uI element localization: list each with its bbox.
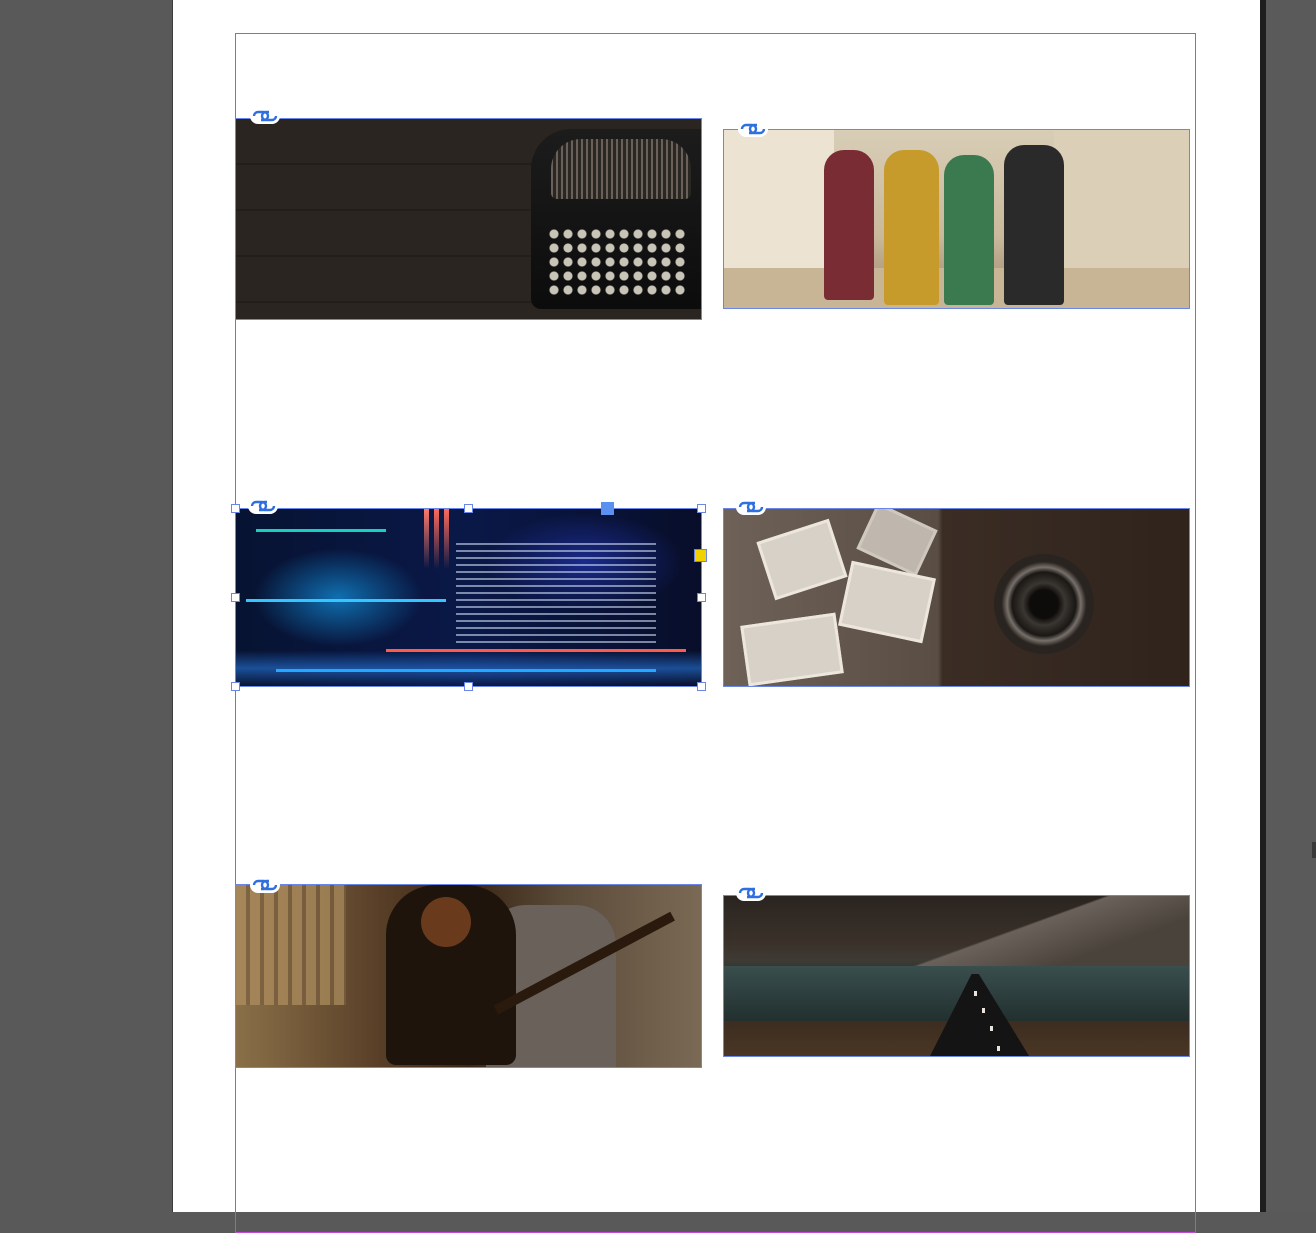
shelf-background <box>236 885 346 1005</box>
glow-bar <box>246 599 446 602</box>
link-icon[interactable] <box>736 499 766 515</box>
selection-handle-tl[interactable] <box>231 504 240 513</box>
link-icon[interactable] <box>738 121 768 137</box>
image-frame-camera[interactable] <box>723 508 1190 687</box>
building-left <box>724 130 834 270</box>
mountain-shape <box>844 896 1189 976</box>
link-icon[interactable] <box>250 877 280 893</box>
building-right <box>1054 130 1189 270</box>
selection-handle-tc[interactable] <box>464 504 473 513</box>
photo-print <box>740 612 844 686</box>
road-marking <box>974 991 977 996</box>
light-streak <box>444 509 449 569</box>
image-frame-code[interactable] <box>235 508 702 687</box>
person-4 <box>1004 145 1064 305</box>
selection-handle-br[interactable] <box>697 682 706 691</box>
photo-print <box>756 518 848 601</box>
link-icon[interactable] <box>248 498 278 514</box>
image-frame-guitar[interactable] <box>235 884 702 1068</box>
content-grabber[interactable] <box>601 502 614 515</box>
code-screen-photo <box>236 509 701 686</box>
person-2 <box>884 150 939 305</box>
selection-handle-bc[interactable] <box>464 682 473 691</box>
light-streak <box>424 509 429 569</box>
corner-options-handle[interactable] <box>694 549 707 562</box>
selection-handle-tr[interactable] <box>697 504 706 513</box>
glow-bar <box>276 669 656 672</box>
pasteboard-right[interactable] <box>1266 0 1316 1212</box>
typewriter-keys <box>547 227 687 297</box>
code-lines <box>456 543 656 643</box>
link-icon[interactable] <box>736 885 766 901</box>
person-3 <box>944 155 994 305</box>
typewriter-roll <box>551 139 691 199</box>
people-reading-photo <box>724 130 1189 308</box>
image-frame-typewriter[interactable] <box>235 118 702 320</box>
image-frame-people[interactable] <box>723 129 1190 309</box>
selection-handle-bl[interactable] <box>231 682 240 691</box>
woman-guitar-photo <box>236 885 701 1067</box>
light-streak <box>434 509 439 569</box>
person-1 <box>824 150 874 300</box>
glow-bar <box>386 649 686 652</box>
selection-handle-ml[interactable] <box>231 593 240 602</box>
selection-handle-mr[interactable] <box>697 593 706 602</box>
typewriter-photo <box>236 119 701 319</box>
image-frame-road[interactable] <box>723 895 1190 1057</box>
camera-lens <box>994 554 1094 654</box>
glow-bar <box>256 529 386 532</box>
link-icon[interactable] <box>250 108 280 124</box>
face-shape <box>421 897 471 947</box>
photo-print <box>838 560 936 644</box>
scrollbar-thumb[interactable] <box>1312 842 1316 858</box>
road-marking <box>982 1008 985 1013</box>
vintage-camera-photo <box>724 509 1189 686</box>
road-marking <box>990 1026 993 1031</box>
mountain-road-photo <box>724 896 1189 1056</box>
road-marking <box>997 1046 1000 1051</box>
